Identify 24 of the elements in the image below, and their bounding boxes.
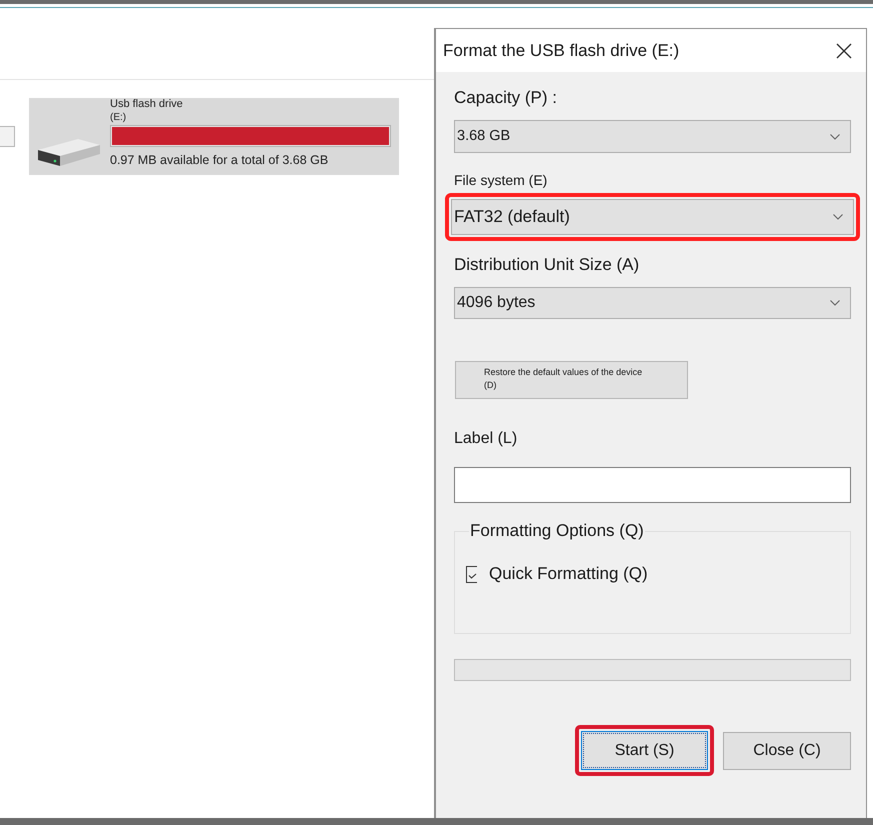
- checkbox[interactable]: [466, 566, 478, 582]
- restore-defaults-button[interactable]: Restore the default values of the device (D): [455, 361, 688, 399]
- checkbox-label: Quick Formatting (Q): [489, 563, 648, 585]
- capacity-select[interactable]: 3.68 GB: [454, 120, 851, 153]
- close-button[interactable]: Close (C): [723, 732, 851, 770]
- chevron-down-icon: [830, 300, 840, 306]
- drive-name: Usb flash drive: [110, 98, 183, 111]
- close-icon[interactable]: [836, 42, 852, 58]
- start-button[interactable]: Start (S): [581, 731, 708, 770]
- dialog-title: Format the USB flash drive (E:): [443, 40, 680, 62]
- file-system-select[interactable]: FAT32 (default): [451, 199, 854, 235]
- volume-label-label: Label (L): [454, 429, 518, 449]
- drive-tile[interactable]: Usb flash drive (E:) 0.97 MB available for a total of 3.68 GB: [29, 98, 399, 175]
- unit-size-label: Distribution Unit Size (A): [454, 254, 640, 276]
- options-group-title: Formatting Options (Q): [469, 520, 645, 542]
- file-system-label: File system (E): [454, 171, 548, 189]
- drive-icon: [38, 139, 100, 167]
- chevron-down-icon: [833, 214, 843, 220]
- chevron-down-icon: [830, 134, 840, 140]
- capacity-label: Capacity (P) :: [454, 87, 557, 109]
- unit-size-select[interactable]: 4096 bytes: [454, 287, 851, 319]
- volume-label-input[interactable]: [454, 467, 851, 503]
- drive-space-text: 0.97 MB available for a total of 3.68 GB: [110, 152, 328, 168]
- drive-letter: (E:): [110, 111, 126, 124]
